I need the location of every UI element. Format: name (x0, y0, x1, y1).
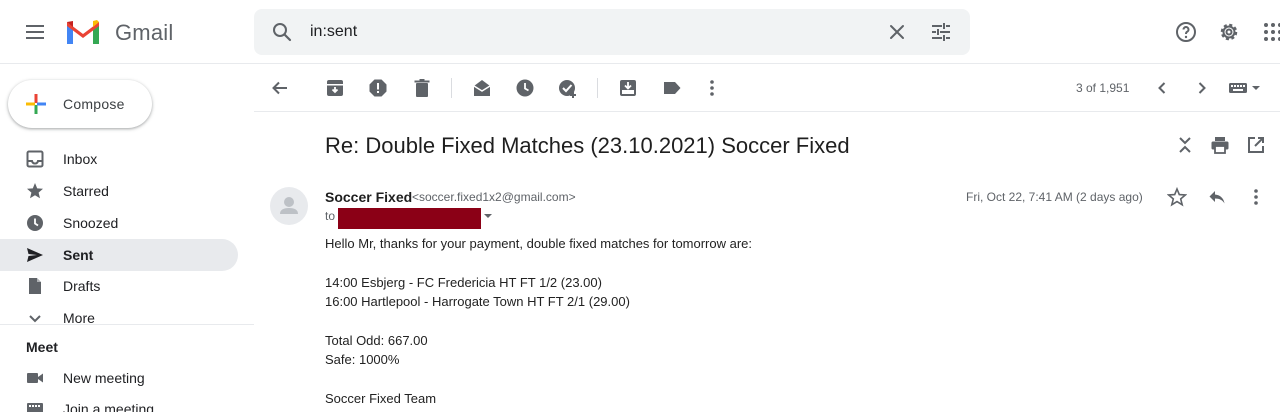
send-icon (27, 248, 43, 262)
collapse-all-icon[interactable] (1175, 135, 1195, 155)
sidebar-item-label: New meeting (63, 370, 145, 386)
sidebar-item-label: Snoozed (63, 215, 119, 231)
print-icon[interactable] (1210, 135, 1230, 155)
sidebar-divider (0, 324, 254, 325)
sender-name[interactable]: Soccer Fixed (325, 189, 412, 205)
compose-label: Compose (63, 96, 125, 112)
redacted-recipient (338, 208, 481, 229)
search-bar[interactable] (254, 9, 970, 55)
sidebar-item-more[interactable]: More (0, 302, 238, 334)
mark-unread-icon[interactable] (472, 78, 492, 98)
sidebar-item-inbox[interactable]: Inbox (0, 143, 238, 175)
reply-arrow-icon[interactable] (1207, 187, 1227, 207)
more-vert-icon[interactable] (702, 78, 722, 98)
input-tools-keyboard-icon[interactable] (1228, 78, 1262, 98)
star-message-icon[interactable] (1167, 187, 1187, 207)
sidebar-item-drafts[interactable]: Drafts (0, 270, 238, 302)
gmail-brand-text: Gmail (115, 20, 174, 45)
help-icon[interactable] (1174, 20, 1198, 44)
toolbar-separator (451, 78, 452, 98)
body-match-line: 16:00 Hartlepool - Harrogate Town HT FT … (325, 294, 630, 309)
label-tag-icon[interactable] (662, 78, 682, 98)
settings-gear-icon[interactable] (1217, 20, 1241, 44)
search-input[interactable] (310, 19, 870, 45)
sidebar-item-label: Sent (63, 247, 94, 263)
clock-icon (27, 215, 43, 231)
sidebar-item-label: Join a meeting (63, 401, 155, 412)
add-to-tasks-icon[interactable] (558, 78, 578, 98)
apps-grid-icon[interactable] (1262, 20, 1280, 44)
message-more-vert-icon[interactable] (1246, 187, 1266, 207)
toolbar-divider (254, 111, 1280, 112)
email-subject: Re: Double Fixed Matches (23.10.2021) So… (325, 133, 850, 158)
sidebar-item-snoozed[interactable]: Snoozed (0, 207, 238, 239)
search-icon[interactable] (270, 20, 294, 44)
sidebar-item-new-meeting[interactable]: New meeting (0, 362, 238, 394)
back-arrow-icon[interactable] (270, 78, 290, 98)
plus-icon (26, 94, 46, 114)
clear-search-icon[interactable] (885, 20, 909, 44)
gmail-logo-icon[interactable] (64, 18, 102, 46)
newer-chevron-left-icon[interactable] (1152, 78, 1172, 98)
move-to-icon[interactable] (618, 78, 638, 98)
draft-icon (29, 278, 41, 294)
meet-section-title: Meet (26, 339, 58, 355)
sidebar-item-sent[interactable]: Sent (0, 239, 238, 271)
sender-avatar[interactable] (270, 187, 308, 225)
compose-button[interactable]: Compose (8, 80, 152, 128)
delete-trash-icon[interactable] (412, 78, 432, 98)
inbox-icon (26, 150, 44, 168)
body-greeting-line: Hello Mr, thanks for your payment, doubl… (325, 236, 753, 251)
older-chevron-right-icon[interactable] (1192, 78, 1212, 98)
top-header: Gmail (0, 0, 1280, 64)
message-date: Fri, Oct 22, 7:41 AM (2 days ago) (966, 190, 1143, 204)
archive-icon[interactable] (325, 78, 345, 98)
show-details-caret-icon[interactable] (483, 211, 493, 221)
main-menu-icon[interactable] (24, 22, 46, 42)
star-icon (27, 183, 43, 199)
sidebar-item-label: Drafts (63, 278, 101, 294)
body-safe-line: Safe: 1000% (325, 352, 400, 367)
toolbar-separator (597, 78, 598, 98)
sidebar-item-starred[interactable]: Starred (0, 175, 238, 207)
body-signature-line: Soccer Fixed Team (325, 391, 437, 406)
video-icon (27, 373, 43, 383)
pagination-count: 3 of 1,951 (1076, 81, 1130, 95)
sidebar-item-label: Starred (63, 183, 109, 199)
recipient-to-label: to (325, 209, 336, 223)
sidebar-item-join-meeting[interactable]: Join a meeting (0, 393, 238, 412)
search-options-icon[interactable] (929, 20, 953, 44)
sender-email: <soccer.fixed1x2@gmail.com> (412, 190, 576, 204)
sidebar-item-label: Inbox (63, 151, 98, 167)
report-spam-icon[interactable] (368, 78, 388, 98)
open-in-new-window-icon[interactable] (1246, 135, 1266, 155)
keyboard-icon (27, 403, 43, 412)
body-total-odd-line: Total Odd: 667.00 (325, 333, 428, 348)
snooze-clock-icon[interactable] (515, 78, 535, 98)
body-match-line: 14:00 Esbjerg - FC Fredericia HT FT 1/2 … (325, 275, 602, 290)
default-person-icon (280, 197, 298, 214)
